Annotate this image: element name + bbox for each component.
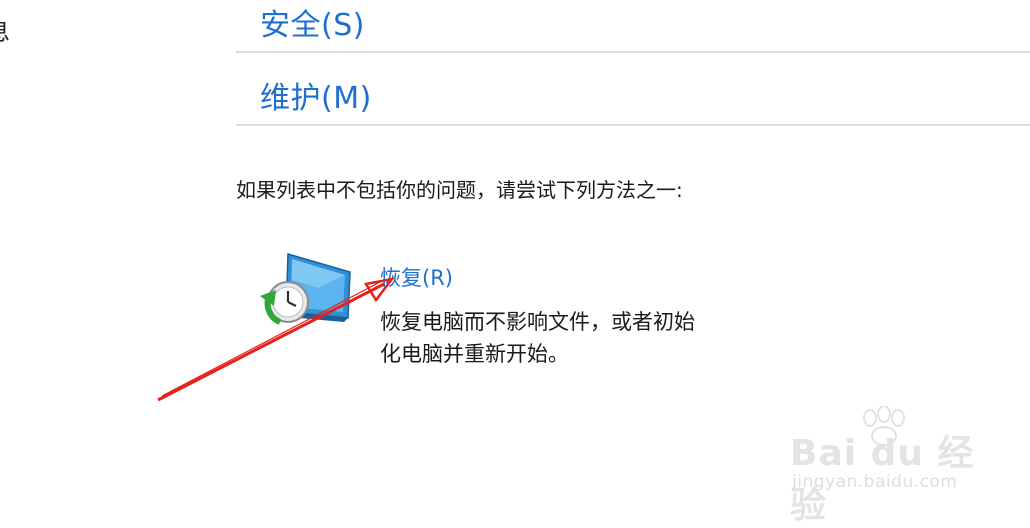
- security-link[interactable]: 安全(S): [260, 0, 365, 44]
- recovery-link[interactable]: 恢复(R): [380, 262, 453, 292]
- recovery-description-line-1: 恢复电脑而不影响文件，或者初始: [380, 310, 695, 334]
- security-row: 安全(S): [236, 0, 1030, 53]
- system-restore-icon[interactable]: [258, 250, 358, 332]
- hint-text: 如果列表中不包括你的问题，请尝试下列方法之一:: [236, 178, 683, 202]
- maintenance-link[interactable]: 维护(M): [260, 73, 372, 117]
- recovery-description: 恢复电脑而不影响文件，或者初始 化电脑并重新开始。: [380, 306, 760, 370]
- recovery-description-line-2: 化电脑并重新开始。: [380, 342, 569, 366]
- baidu-watermark: Bai du 经验 jingyan.baidu.com: [786, 406, 986, 526]
- watermark-url: jingyan.baidu.com: [792, 472, 958, 492]
- maintenance-row: 维护(M): [236, 53, 1030, 126]
- truncated-label: 息: [0, 12, 10, 47]
